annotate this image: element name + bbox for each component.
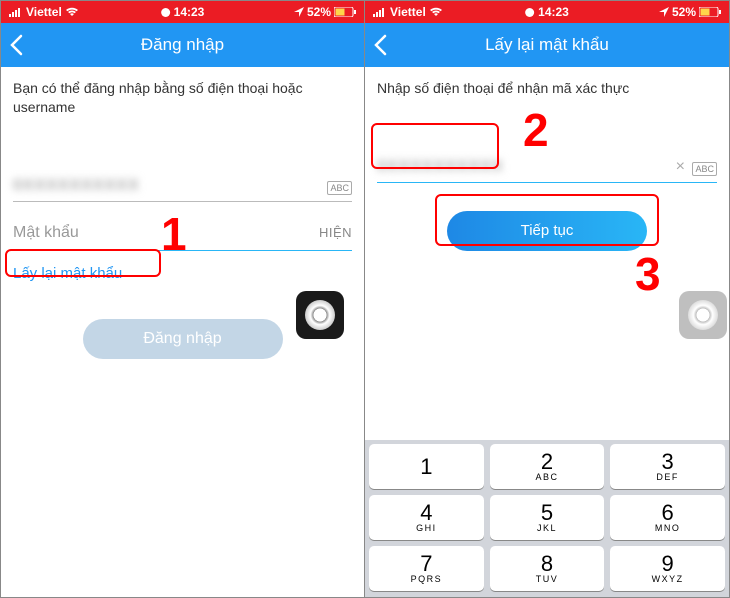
- wifi-icon: [65, 7, 79, 17]
- key-6[interactable]: 6MNO: [610, 495, 725, 540]
- assistive-touch[interactable]: [679, 291, 727, 339]
- key-8[interactable]: 8TUV: [490, 546, 605, 591]
- chevron-left-icon: [373, 34, 387, 56]
- phone-input[interactable]: 0XXXXXXXXXX × ABC: [377, 158, 717, 183]
- back-button[interactable]: [9, 23, 23, 67]
- phone-right: Viettel 14:23 52% Lấy lại mật khẩu Nhập …: [365, 1, 729, 597]
- phone-input[interactable]: 0XXXXXXXXXX ABC: [13, 177, 352, 202]
- location-arrow-icon: [294, 7, 304, 17]
- key-2[interactable]: 2ABC: [490, 444, 605, 489]
- key-1[interactable]: 1: [369, 444, 484, 489]
- record-icon: [525, 8, 534, 17]
- login-button[interactable]: Đăng nhập: [83, 319, 283, 359]
- abc-toggle[interactable]: ABC: [692, 162, 717, 176]
- instruction-text: Nhập số điện thoại để nhận mã xác thực: [365, 67, 729, 104]
- phone-value-masked: 0XXXXXXXXXX: [13, 177, 140, 195]
- clear-input-button[interactable]: ×: [676, 158, 685, 176]
- key-3[interactable]: 3DEF: [610, 444, 725, 489]
- battery-pct: 52%: [672, 5, 696, 19]
- battery-icon: [334, 7, 356, 17]
- key-5[interactable]: 5JKL: [490, 495, 605, 540]
- show-password-toggle[interactable]: HIỆN: [319, 225, 352, 240]
- page-title: Đăng nhập: [1, 35, 364, 55]
- page-title: Lấy lại mật khẩu: [365, 35, 729, 55]
- location-arrow-icon: [659, 7, 669, 17]
- time-label: 14:23: [538, 5, 569, 19]
- password-placeholder: Mật khẩu: [13, 224, 79, 242]
- record-icon: [161, 8, 170, 17]
- assistive-touch[interactable]: [296, 291, 344, 339]
- phone-left: Viettel 14:23 52% Đăng nhập Bạn có thể đ…: [1, 1, 365, 597]
- assistive-ring-icon: [305, 300, 335, 330]
- header: Đăng nhập: [1, 23, 364, 67]
- key-4[interactable]: 4GHI: [369, 495, 484, 540]
- key-7[interactable]: 7PQRS: [369, 546, 484, 591]
- status-bar: Viettel 14:23 52%: [1, 1, 364, 23]
- annotation-number-3: 3: [635, 247, 661, 301]
- signal-icon: [373, 7, 387, 17]
- wifi-icon: [429, 7, 443, 17]
- time-label: 14:23: [174, 5, 205, 19]
- header: Lấy lại mật khẩu: [365, 23, 729, 67]
- key-9[interactable]: 9WXYZ: [610, 546, 725, 591]
- chevron-left-icon: [9, 34, 23, 56]
- signal-icon: [9, 7, 23, 17]
- instruction-text: Bạn có thể đăng nhập bằng số điện thoại …: [1, 67, 364, 123]
- back-button[interactable]: [373, 23, 387, 67]
- tutorial-frame: Viettel 14:23 52% Đăng nhập Bạn có thể đ…: [0, 0, 730, 598]
- abc-toggle[interactable]: ABC: [327, 181, 352, 195]
- status-bar: Viettel 14:23 52%: [365, 1, 729, 23]
- phone-value-masked: 0XXXXXXXXXX: [377, 158, 504, 176]
- battery-icon: [699, 7, 721, 17]
- annotation-number-2: 2: [523, 103, 549, 157]
- continue-button[interactable]: Tiếp tục: [447, 211, 647, 251]
- numeric-keypad: 1 2ABC 3DEF 4GHI 5JKL 6MNO 7PQRS 8TUV 9W…: [365, 440, 729, 597]
- carrier-label: Viettel: [390, 5, 426, 19]
- carrier-label: Viettel: [26, 5, 62, 19]
- battery-pct: 52%: [307, 5, 331, 19]
- forgot-password-link[interactable]: Lấy lại mật khẩu: [13, 265, 122, 282]
- assistive-ring-icon: [688, 300, 718, 330]
- password-input[interactable]: Mật khẩu HIỆN: [13, 224, 352, 251]
